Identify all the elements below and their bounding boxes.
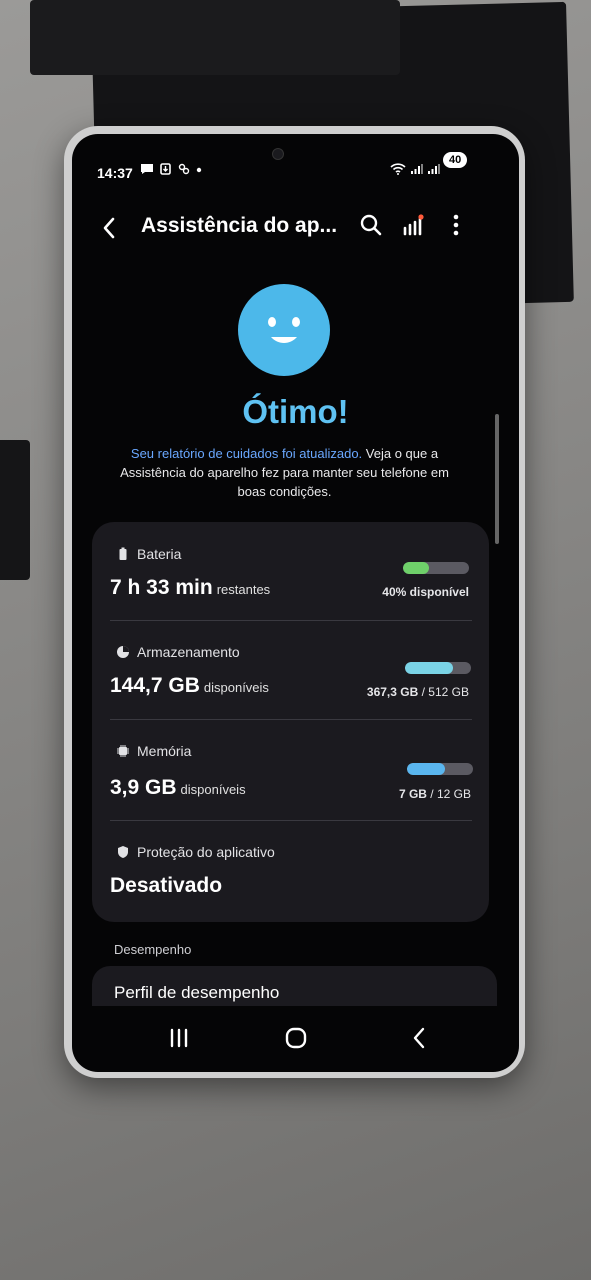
battery-bar-fill bbox=[403, 562, 430, 574]
status-bar: 14:37 40 bbox=[72, 134, 519, 181]
performance-profile-item[interactable]: Perfil de desempenho bbox=[92, 966, 497, 1006]
app-protection-section[interactable]: Proteção do aplicativo Desativado bbox=[92, 820, 489, 922]
battery-bar bbox=[403, 562, 469, 574]
memory-chip-icon bbox=[117, 745, 129, 757]
battery-detail: 40% disponível bbox=[382, 585, 469, 599]
navigation-bar bbox=[72, 1012, 519, 1067]
device-box-left bbox=[0, 440, 30, 580]
scrollbar[interactable] bbox=[495, 414, 499, 544]
more-icon bbox=[453, 214, 459, 236]
search-icon bbox=[360, 214, 382, 236]
memory-section[interactable]: Memória 3,9 GB disponíveis 7 GB / 12 GB bbox=[92, 719, 489, 820]
dot-icon bbox=[196, 167, 202, 173]
home-button[interactable] bbox=[281, 1025, 311, 1051]
storage-value: 144,7 GB disponíveis bbox=[110, 674, 269, 697]
status-time: 14:37 bbox=[97, 165, 133, 181]
smiley-face-icon bbox=[238, 284, 330, 376]
battery-section[interactable]: Bateria 7 h 33 min restantes 40% disponív… bbox=[92, 522, 489, 620]
status-notification-icons bbox=[140, 163, 202, 178]
wifi-icon bbox=[390, 163, 406, 175]
back-button[interactable] bbox=[102, 216, 116, 243]
download-icon bbox=[160, 163, 172, 175]
storage-section[interactable]: Armazenamento 144,7 GB disponíveis 367,3 … bbox=[92, 620, 489, 719]
front-camera bbox=[272, 148, 284, 160]
app-bar: Assistência do ap... bbox=[72, 204, 519, 254]
page-title: Assistência do ap... bbox=[141, 214, 338, 237]
device-care-card: Bateria 7 h 33 min restantes 40% disponív… bbox=[92, 522, 489, 922]
nav-back-icon bbox=[413, 1027, 425, 1049]
diagnostics-button[interactable] bbox=[397, 208, 431, 242]
battery-icon bbox=[119, 547, 127, 560]
report-link[interactable]: Seu relatório de cuidados foi atualizado… bbox=[131, 446, 362, 461]
shield-icon bbox=[118, 846, 128, 858]
app-protection-value: Desativado bbox=[110, 874, 223, 897]
performance-section-header: Desempenho bbox=[114, 942, 192, 957]
search-button[interactable] bbox=[354, 208, 388, 242]
memory-label: Memória bbox=[116, 743, 191, 759]
device-box-top bbox=[30, 0, 400, 75]
back-icon bbox=[103, 217, 115, 239]
smiley-face-graphic bbox=[268, 317, 300, 343]
status-system-icons bbox=[390, 163, 440, 178]
memory-bar-fill bbox=[407, 763, 446, 775]
performance-profile-label: Perfil de desempenho bbox=[114, 983, 280, 1002]
more-options-button[interactable] bbox=[439, 208, 473, 242]
memory-value: 3,9 GB disponíveis bbox=[110, 776, 246, 799]
storage-bar-fill bbox=[405, 662, 453, 674]
battery-label: Bateria bbox=[116, 546, 181, 562]
nav-back-button[interactable] bbox=[404, 1025, 434, 1051]
storage-pie-icon bbox=[117, 646, 129, 658]
memory-detail: 7 GB / 12 GB bbox=[398, 787, 471, 801]
storage-bar bbox=[405, 662, 471, 674]
report-message: Seu relatório de cuidados foi atualizado… bbox=[112, 444, 457, 501]
recent-apps-button[interactable] bbox=[164, 1025, 194, 1051]
vpn-icon bbox=[178, 163, 189, 175]
phone-screen: 14:37 40 Assistência do ap... Ótimo! Seu… bbox=[72, 134, 519, 1072]
message-icon bbox=[141, 164, 153, 174]
memory-bar bbox=[407, 763, 473, 775]
storage-label: Armazenamento bbox=[116, 644, 240, 660]
signal-icon bbox=[428, 164, 440, 174]
home-icon bbox=[285, 1027, 307, 1049]
battery-indicator: 40 bbox=[443, 152, 468, 168]
storage-detail: 367,3 GB / 512 GB bbox=[366, 685, 469, 699]
signal-icon bbox=[411, 164, 423, 174]
signal-bars-icon bbox=[403, 214, 424, 236]
status-title: Ótimo! bbox=[242, 393, 349, 430]
app-protection-label: Proteção do aplicativo bbox=[116, 844, 275, 860]
recent-apps-icon bbox=[170, 1028, 188, 1048]
battery-value: 7 h 33 min restantes bbox=[110, 576, 271, 599]
